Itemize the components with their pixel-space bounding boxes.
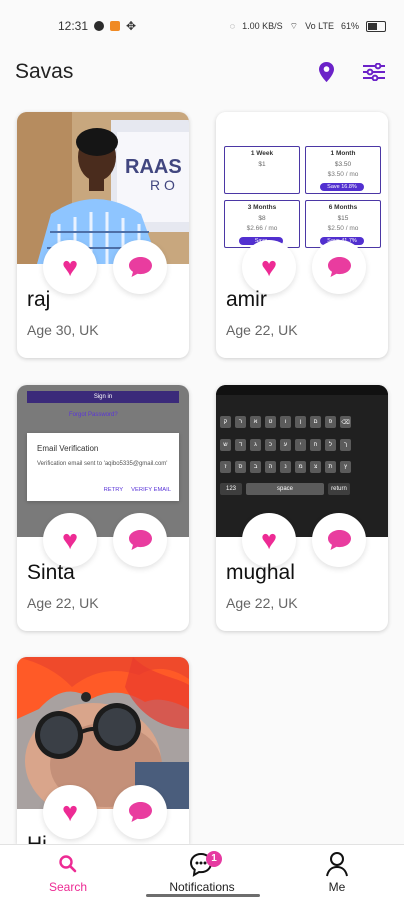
profile-name: Sinta [27,561,75,584]
profile-actions: ♥ [242,513,366,567]
notification-chat-icon [152,851,252,877]
battery-text: 61% [340,21,359,31]
like-button[interactable]: ♥ [43,513,97,567]
chat-icon [327,530,351,550]
plan-note: $2.66 / mo [246,225,278,232]
plan-price: $15 [337,215,349,222]
screen-title: Sign in [27,391,179,403]
chat-icon [327,257,351,277]
signal-text: Vo LTE [305,21,334,31]
plan-title: 3 Months [247,204,277,211]
profile-name: raj [27,288,51,311]
plan-note: $2.50 / mo [327,225,359,232]
profile-age: Age 22, UK [226,595,298,611]
verify-email-label: VERIFY EMAIL [131,487,171,493]
crosshair-icon: ✥ [126,19,137,33]
heart-icon: ♥ [260,251,278,282]
like-button[interactable]: ♥ [242,513,296,567]
status-left: 12:31 ✥ [58,19,136,33]
like-button[interactable]: ♥ [43,785,97,839]
keyboard-label: 123 [220,483,242,495]
profile-icon [287,851,387,877]
profile-actions: ♥ [43,785,167,839]
app-notification-icon [110,21,121,31]
filter-sliders-icon [363,63,385,81]
chat-icon [128,530,152,550]
battery-icon [366,20,386,32]
plan-title: 6 Months [328,204,358,211]
heart-icon: ♥ [61,251,79,282]
keyboard-label: return [328,483,350,495]
svg-text:R O: R O [150,177,175,193]
profile-card-sinta[interactable]: Sign in Forgot Password? Email Verificat… [17,385,189,631]
dialog-title: Email Verification [37,444,99,453]
heart-icon: ♥ [61,796,79,827]
nav-me-label: Me [328,880,346,894]
plan-title: 1 Month [330,150,356,157]
svg-text:RAAS: RAAS [125,156,182,178]
profile-name: Hi [27,833,47,844]
profile-card-raj[interactable]: RAAS R O ♥ raj Age 30, UK [17,112,189,358]
profile-actions: ♥ [43,513,167,567]
message-button[interactable] [113,513,167,567]
status-bar: 12:31 ✥ ◌ 1.00 KB/S ⌔ Vo LTE 61% [0,0,404,52]
location-button[interactable] [313,59,339,85]
chat-icon [128,257,152,277]
plan-note: $3.50 / mo [327,171,359,178]
wifi-icon: ⌔ [289,20,299,31]
profile-actions: ♥ [43,240,167,294]
plan-title: 1 Week [250,150,274,157]
message-button[interactable] [113,240,167,294]
dialog-text: Verification email sent to 'aqibo5335@gm… [37,461,168,467]
profile-age: Age 30, UK [27,322,99,338]
app-header: Savas [0,52,404,92]
plan-card: 1 Month $3.50 $3.50 / mo Save 16.8% [305,146,381,194]
like-button[interactable]: ♥ [242,240,296,294]
page-title: Savas [15,60,74,83]
notification-count-badge: 1 [206,851,222,867]
search-icon [18,851,118,877]
plan-badge: Save 16.8% [320,183,364,191]
message-button[interactable] [312,513,366,567]
chat-icon [128,802,152,822]
whatsapp-icon [94,21,105,31]
nav-search[interactable]: Search [18,851,118,899]
nav-search-label: Search [48,880,88,894]
dialog-actions: RETRY VERIFY EMAIL [104,487,171,493]
heart-icon: ♥ [260,524,278,555]
profile-card-mughal[interactable]: ק ר א ט ו ן ם פ ⌫ שדגכעיחלך זסבהנמצתץ 123 space … [216,385,388,631]
plan-price: $3.50 [334,161,352,168]
profile-card-hi[interactable]: ♥ Hi [17,657,189,844]
header-actions [313,59,387,85]
like-button[interactable]: ♥ [43,240,97,294]
bottom-navigation: Search 1 Notifications Me [0,844,404,901]
message-button[interactable] [113,785,167,839]
home-indicator [146,894,260,897]
keyboard-label: space [246,483,324,495]
profile-actions: ♥ [242,240,366,294]
profile-name: mughal [226,561,295,584]
alarm-icon: ◌ [229,21,236,31]
plan-card: 1 Week $1 [224,146,300,194]
filter-button[interactable] [361,59,387,85]
nav-me[interactable]: Me [287,851,387,899]
retry-label: RETRY [103,487,124,493]
plan-price: $1 [258,161,266,168]
message-button[interactable] [312,240,366,294]
status-time: 12:31 [58,19,89,33]
plan-price: $8 [258,215,266,222]
nav-notifications-label: Notifications [169,880,235,894]
location-pin-icon [318,62,334,82]
profile-age: Age 22, UK [27,595,99,611]
network-speed: 1.00 KB/S [242,21,283,31]
verification-dialog: Email Verification Verification email se… [27,433,179,501]
profile-card-amir[interactable]: 1 Week $1 1 Month $3.50 $3.50 / mo Save … [216,112,388,358]
nav-notifications[interactable]: 1 Notifications [152,851,252,899]
profile-age: Age 22, UK [226,322,298,338]
status-right: ◌ 1.00 KB/S ⌔ Vo LTE 61% [229,20,386,32]
screen-link: Forgot Password? [69,412,118,418]
heart-icon: ♥ [61,524,79,555]
profile-name: amir [226,288,267,311]
